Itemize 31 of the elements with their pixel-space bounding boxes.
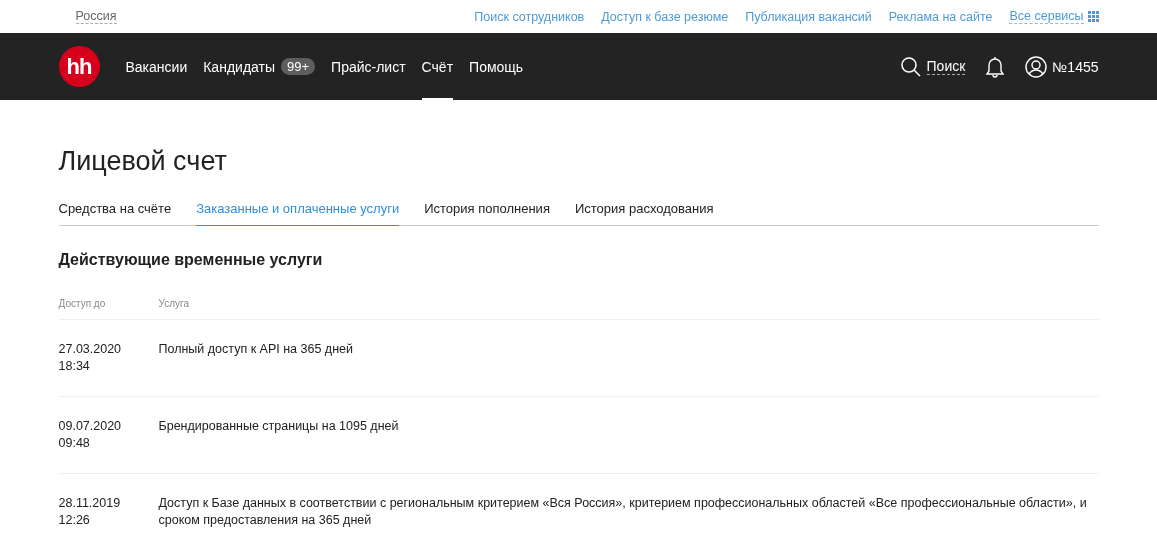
account-number[interactable]: №1455 [1052,58,1099,75]
nav-item[interactable]: Кандидаты 99+ [203,33,316,100]
column-header: Услуга [158,298,190,309]
nav-item[interactable]: Счёт [421,33,454,100]
search-icon[interactable] [900,56,921,77]
date-cell-text: 27.03.2020 [58,341,123,358]
nav-item[interactable]: Помощь [469,33,524,100]
nav-item[interactable]: Прайс-лист [331,33,406,100]
time-cell-text: 09:48 [58,435,91,452]
grid-icon [1087,11,1099,22]
bell-icon[interactable] [985,55,1006,78]
page-title: Лицевой счет [58,146,228,177]
section-title: Действующие временные услуги [58,251,324,269]
service-cell-text: Полный доступ к API на 365 дней [158,341,354,358]
tab[interactable]: История расходования [574,201,714,226]
column-header: Доступ до [58,298,107,309]
time-cell-text: 18:34 [58,358,91,375]
tab[interactable]: Заказанные и оплаченные услуги [196,201,400,226]
service-cell-text: Доступ к Базе данных в соответствии с региональным критерием «Вся Россия», критерием профессиональных областей «Все профессиональные области», и сроком предоставления на 365 дней [158,495,1088,529]
tab[interactable]: Средства на счёте [58,201,172,226]
date-cell-text: 09.07.2020 [58,418,123,435]
search-link[interactable]: Поиск [926,58,966,75]
service-cell-text: Брендированные страницы на 1095 дней [158,418,400,435]
date-cell-text: 28.11.2019 [58,495,122,512]
nav-item[interactable]: Вакансии [125,33,188,100]
user-icon[interactable] [1025,55,1048,78]
time-cell-text: 12:26 [58,512,91,529]
tab[interactable]: История пополнения [424,201,550,226]
count-badge: 99+ [281,58,316,75]
logo[interactable]: hh [58,46,100,87]
region-link[interactable]: Россия [75,9,117,24]
